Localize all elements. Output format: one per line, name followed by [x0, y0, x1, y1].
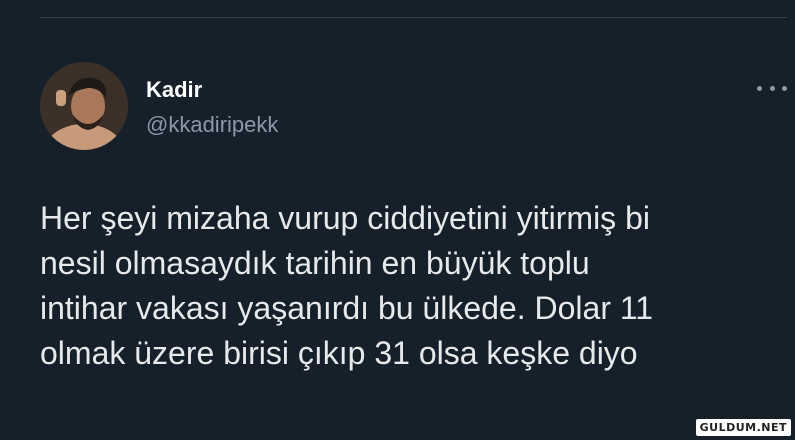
tweet-text-line: Her şeyi mizaha vurup ciddiyetini yitirm…	[40, 200, 650, 236]
author-avatar[interactable]	[40, 62, 128, 150]
more-dot	[782, 85, 787, 91]
tweet-text-line: intihar vakası yaşanırdı bu ülkede. Dola…	[40, 290, 654, 326]
watermark-logo: GULDUM.NET	[695, 419, 791, 436]
avatar-photo	[40, 62, 128, 150]
author-handle[interactable]: @kkadiripekk	[146, 113, 278, 137]
more-dot	[757, 85, 762, 91]
more-options-icon[interactable]	[757, 80, 787, 96]
tweet-text: Her şeyi mizaha vurup ciddiyetini yitirm…	[40, 196, 780, 376]
author-name[interactable]: Kadir	[146, 78, 202, 102]
top-divider	[40, 17, 787, 18]
tweet-text-line: olmak üzere birisi çıkıp 31 olsa keşke d…	[40, 335, 638, 371]
more-dot	[769, 85, 775, 91]
tweet-text-line: nesil olmasaydık tarihin en büyük toplu	[40, 245, 590, 281]
